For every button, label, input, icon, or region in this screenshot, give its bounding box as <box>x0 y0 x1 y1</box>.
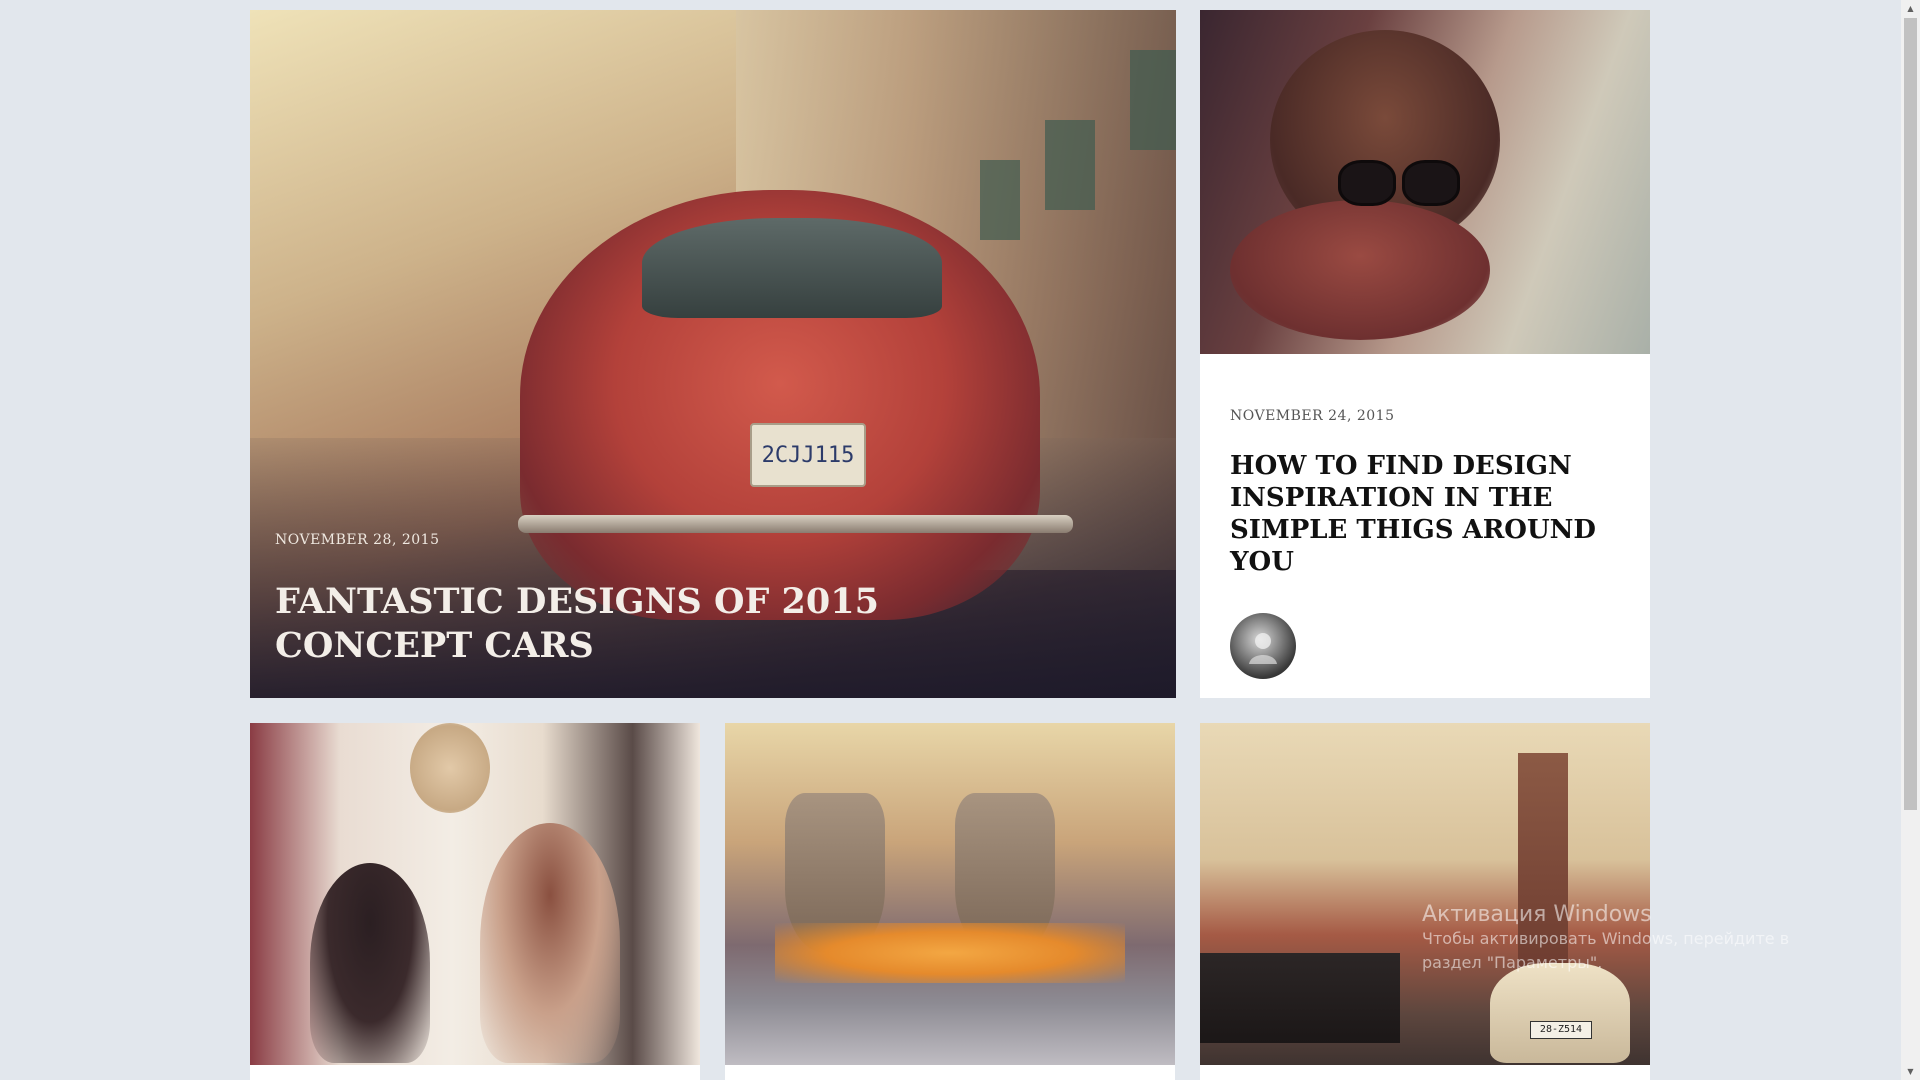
side-post-date: NOVEMBER 24, 2015 <box>1230 408 1395 424</box>
featured-image-window <box>980 160 1020 240</box>
featured-image-car-window <box>642 218 942 318</box>
post-card[interactable] <box>250 723 700 1080</box>
post-image-car: 28-Z514 <box>1490 963 1630 1063</box>
post-image[interactable]: 28-Z514 <box>1200 723 1650 1065</box>
post-image-flowers <box>775 923 1125 983</box>
featured-image-license-plate: 2CJJ115 <box>750 423 866 487</box>
side-post-card[interactable]: NOVEMBER 24, 2015 HOW TO FIND DESIGN INS… <box>1200 10 1650 698</box>
side-image-scarf <box>1230 200 1490 340</box>
featured-post-overlay: NOVEMBER 28, 2015 FANTASTIC DESIGNS OF 2… <box>275 532 975 668</box>
featured-image-bumper <box>518 515 1073 533</box>
featured-post-card[interactable]: 2CJJ115 NOVEMBER 28, 2015 FANTASTIC DESI… <box>250 10 1176 698</box>
vertical-scrollbar[interactable]: ▲ ▼ <box>1901 0 1920 1080</box>
triangle-down-icon[interactable]: ▼ <box>1901 1063 1920 1080</box>
side-post-image[interactable] <box>1200 10 1650 354</box>
post-image-person <box>480 823 620 1063</box>
post-image-bench <box>1200 953 1400 1043</box>
watermark-title: Активация Windows <box>1422 902 1652 927</box>
author-avatar[interactable] <box>1230 613 1296 679</box>
post-image-hat <box>410 723 490 813</box>
windows-activation-watermark: Активация Windows Чтобы активировать Win… <box>1422 902 1842 975</box>
post-image[interactable] <box>250 723 700 1065</box>
post-image-license-plate: 28-Z514 <box>1530 1021 1592 1039</box>
featured-post-date: NOVEMBER 28, 2015 <box>275 532 440 548</box>
post-image[interactable] <box>725 723 1175 1065</box>
featured-image-window <box>1130 50 1176 150</box>
post-card[interactable] <box>725 723 1175 1080</box>
side-post-body: NOVEMBER 24, 2015 HOW TO FIND DESIGN INS… <box>1230 354 1620 578</box>
featured-post-title[interactable]: FANTASTIC DESIGNS OF 2015 CONCEPT CARS <box>275 580 975 668</box>
blog-page: 2CJJ115 NOVEMBER 28, 2015 FANTASTIC DESI… <box>0 0 1920 1080</box>
side-image-sunglasses <box>1330 160 1460 206</box>
post-image-person <box>310 863 430 1063</box>
side-post-title[interactable]: HOW TO FIND DESIGN INSPIRATION IN THE SI… <box>1230 450 1620 578</box>
scrollbar-thumb[interactable] <box>1904 18 1917 810</box>
featured-image-window <box>1045 120 1095 210</box>
triangle-up-icon[interactable]: ▲ <box>1901 0 1920 17</box>
avatar-person-icon <box>1249 633 1277 664</box>
watermark-subtitle: Чтобы активировать Windows, перейдите в … <box>1422 929 1790 972</box>
